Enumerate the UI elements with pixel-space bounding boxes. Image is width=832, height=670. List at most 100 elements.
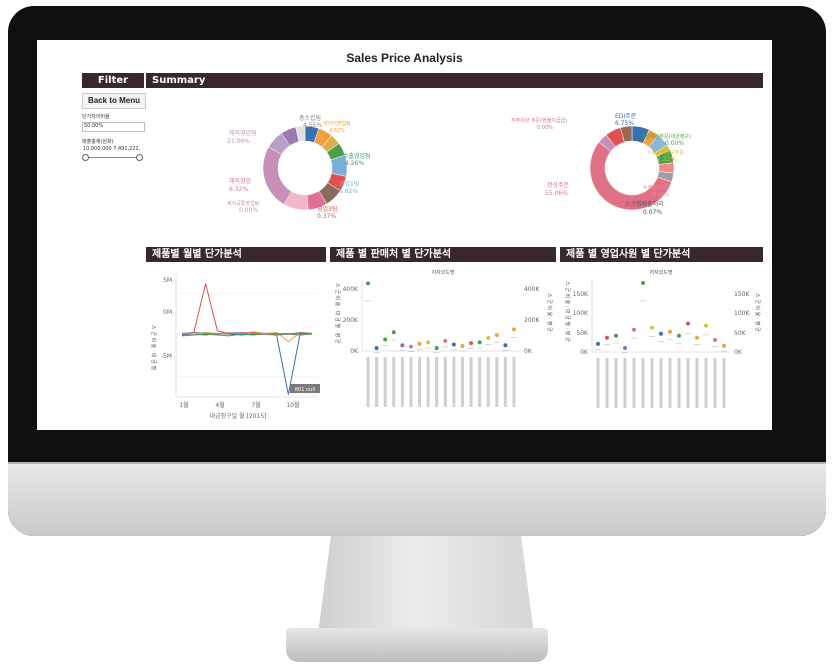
rep-point-9 (677, 333, 681, 338)
rep-point-2 (614, 333, 618, 338)
monthly-panel-header: 제품별 월별 단가분석 (146, 247, 326, 262)
donut2-label-pct-6: 0.07% (643, 209, 662, 216)
seller-ytick-0: 400K (343, 286, 359, 293)
seller-y2tick-0: 400K (524, 286, 540, 293)
seller-point-13 (477, 340, 482, 345)
seller-xlabel-15 (495, 357, 499, 407)
seller-scatter-chart: 저자코드명 스 군 비 율 · 대 금 별 · 평 균 스 군 비 율 · 평 … (334, 269, 553, 407)
rep-ytick-0: 150K (573, 291, 589, 298)
seller-point-10 (451, 342, 456, 347)
seller-xlabel-3 (392, 357, 396, 407)
seller-ytick-1: 200K (343, 317, 359, 324)
donut1-label-name-3: 수출영업팀 (343, 152, 371, 160)
rep-ytick-1: 100K (573, 310, 589, 317)
donut2-label-pct-0: 0.00% (537, 125, 553, 131)
seller-ytick-2: 0K (350, 348, 359, 355)
sales-total-slider-track[interactable] (85, 157, 139, 158)
order-type-donut-chart: 주주유상 주문(현물지급급) 0.00% EDI주문 6.75% 견본유상주문(… (511, 113, 691, 216)
seller-point-11 (460, 343, 465, 348)
donut2-label-pct-2: 0.00% (665, 140, 684, 147)
seller-point-4 (400, 343, 405, 348)
back-to-menu-button[interactable]: Back to Menu (82, 93, 146, 109)
seller-point-6 (417, 341, 422, 346)
rep-xlabel-11 (695, 358, 699, 408)
seller-xlabel-10 (452, 357, 456, 407)
rep-y2tick-2: 50K (734, 330, 747, 337)
monthly-ytick-2: -5M (161, 353, 172, 360)
rep-scatter-chart: 저자코드명 스 군 비 율 · 대 금 별 · 평 균 스 군 비 율 · 평 … (564, 269, 761, 408)
rep-point-14 (722, 343, 726, 348)
donut1-label-pct-3: 4.26% (345, 160, 364, 167)
rep-point-3 (623, 345, 627, 350)
donut1-label-name-0: 총소립팀 (299, 114, 321, 122)
seller-xlabel-14 (486, 357, 490, 407)
rep-xlabel-12 (704, 358, 708, 408)
rep-xlabel-1 (605, 358, 609, 408)
rep-point-6 (650, 325, 654, 330)
donut2-label-name-0: 주주유상 주문(현물지급급) (511, 117, 567, 124)
donut2-label-name-6: 스크랩매출처리 (625, 200, 664, 208)
rep-xlabel-13 (713, 358, 717, 408)
summary-header: Summary (146, 73, 763, 88)
filter-header: Filter (82, 73, 144, 88)
dashboard-screen: Sales Price Analysis Filter Back to Menu… (37, 40, 772, 430)
monitor-chin-divider (8, 462, 826, 464)
rep-point-8 (668, 329, 672, 334)
rep-point-10 (686, 321, 690, 326)
donut2-label-name-2: 견본유상주문(대금청구) (641, 133, 691, 140)
rep-point-1 (605, 335, 609, 340)
rep-xlabel-9 (677, 358, 681, 408)
donut2-label-pct-5: 0.59% (653, 192, 669, 198)
seller-y2-axis-title: 스 군 비 율 · 평 균 (546, 293, 553, 332)
seller-point-1 (374, 346, 379, 351)
slider-min-handle[interactable] (82, 154, 89, 161)
seller-point-7 (426, 340, 431, 345)
seller-point-3 (391, 330, 396, 335)
rep-xlabel-2 (614, 358, 618, 408)
seller-xlabel-17 (512, 357, 516, 407)
monthly-series-line-0 (181, 283, 313, 335)
seller-panel-header: 제품 별 판매처 별 단가분석 (330, 247, 556, 262)
seller-xlabel-11 (460, 357, 464, 407)
seller-xlabel-1 (375, 357, 379, 407)
rep-point-12 (704, 323, 708, 328)
seller-subtitle: 저자코드명 (431, 269, 454, 276)
donut1-label-name-1: 데이터영업팀 (323, 120, 351, 127)
slider-max-handle[interactable] (136, 154, 143, 161)
monthly-y-axis-title: 스 군 비 율 · 대 금 별 (150, 325, 157, 370)
donut1-label-pct-0: 4.55% (303, 122, 322, 129)
null-annotation: 801 null (295, 387, 315, 393)
donut2-label-pct-4: 55.06% (545, 190, 568, 197)
seller-point-5 (408, 344, 413, 349)
discount-ratio-label: 단가차이비율 (82, 114, 110, 120)
seller-point-14 (486, 336, 491, 341)
rep-y2tick-1: 100K (734, 310, 750, 317)
rep-xlabel-5 (641, 358, 645, 408)
rep-xlabel-8 (668, 358, 672, 408)
donut1-label-pct-1: 4.62% (329, 128, 345, 134)
discount-ratio-input[interactable]: 50.00% (82, 122, 145, 132)
donut2-label-name-5: 수출정상주문 (643, 184, 671, 191)
donut2-label-pct-3: 2.22% (657, 156, 676, 163)
dashboard-title: Sales Price Analysis (346, 51, 463, 65)
monthly-ytick-0: 5M (163, 277, 172, 284)
monthly-xtick-1: 4월 (215, 401, 224, 409)
donut1-label-name-2: 제외영업팀 (229, 129, 257, 137)
monitor-base (286, 628, 548, 662)
seller-y2tick-2: 0K (524, 348, 533, 355)
monthly-series-line-4 (181, 332, 313, 335)
monthly-xtick-0: 1월 (179, 401, 188, 409)
donut1-label-pct-5: 6.82% (339, 188, 358, 195)
seller-xlabel-7 (426, 357, 430, 407)
sales-total-label: 매출총계(원화) (82, 139, 114, 145)
rep-xlabel-6 (650, 358, 654, 408)
seller-point-15 (494, 333, 499, 338)
monthly-xtick-3: 10월 (286, 401, 299, 409)
rep-subtitle: 저자코드명 (649, 269, 672, 276)
donut1-label-name-5: 영업1팀 (339, 180, 359, 188)
monthly-line-chart: 스 군 비 율 · 대 금 별 5M 0M -5M 1월 4월 7월 10월 대… (150, 273, 320, 420)
seller-point-17 (512, 327, 516, 332)
rep-point-5 (641, 281, 645, 286)
donut2-label-name-3: 수출오더청구주문 (647, 149, 684, 156)
rep-ytick-2: 50K (576, 330, 589, 337)
